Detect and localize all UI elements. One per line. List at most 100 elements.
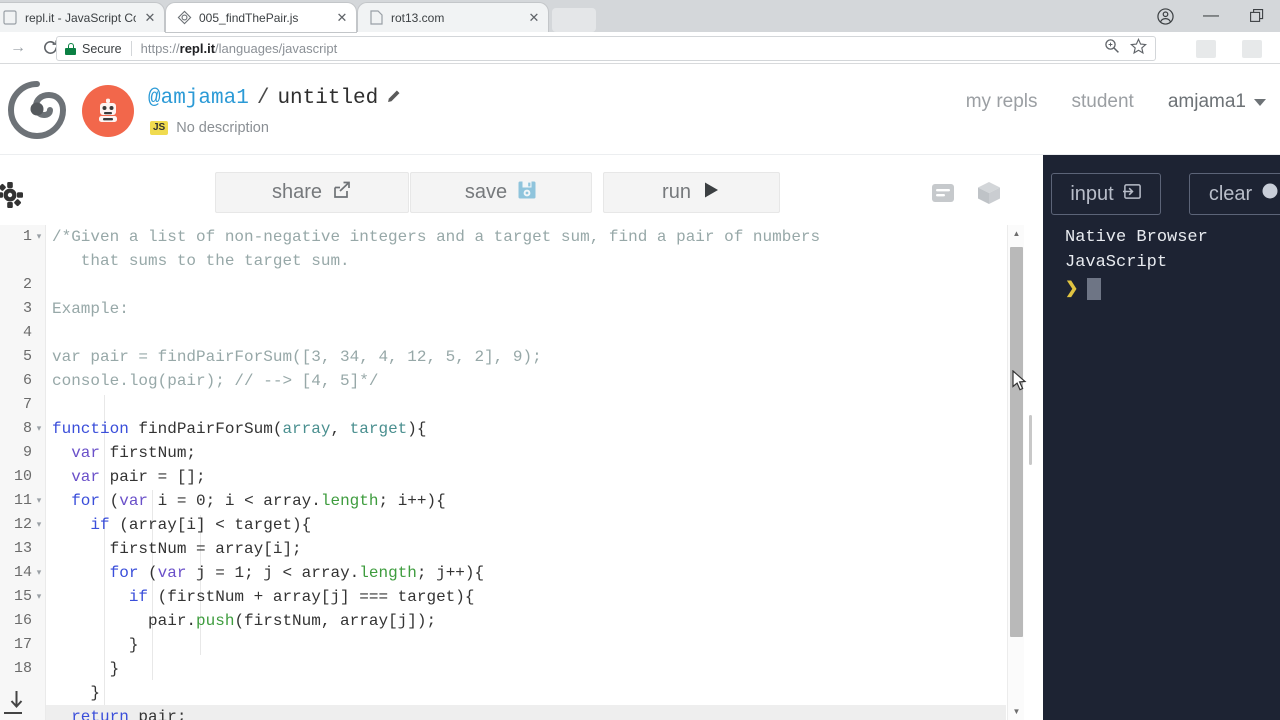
browser-tab-title: rot13.com [391,10,445,25]
replit-header: @amjama1 / untitled JS No description my r… [0,65,1280,155]
extension-icon-1[interactable] [1196,40,1216,58]
minimize-button[interactable]: — [1188,0,1234,32]
close-icon[interactable]: ✕ [334,10,350,26]
line-number[interactable]: 11 ▾ [0,489,46,513]
run-button-label: run [662,181,691,203]
repl-separator: / [256,87,270,110]
code-line-active: return pair; [46,705,1006,720]
account-menu[interactable]: amjama1 [1168,91,1266,113]
fold-arrow-icon[interactable]: ▾ [35,225,43,249]
line-num-text: 9 [22,444,32,461]
line-num-text: 17 [13,636,32,653]
line-number[interactable]: 16 [0,609,46,633]
scrollbar-thumb[interactable] [1010,247,1023,637]
line-num-text: 18 [13,660,32,677]
fold-arrow-icon[interactable]: ▾ [35,489,43,513]
address-bar[interactable]: Secure https://repl.it/languages/javascr… [56,36,1156,61]
console-clear-button[interactable]: clear [1189,173,1280,215]
code-line: that sums to the target sum. [52,252,350,270]
fold-arrow-icon[interactable]: ▾ [35,585,43,609]
console-prompt-row[interactable]: ❯ [1065,278,1280,300]
extension-icon-2[interactable] [1242,40,1262,58]
code-content[interactable]: /*Given a list of non-negative integers … [46,225,1006,720]
prompt-chevron-icon: ❯ [1065,280,1079,298]
line-number[interactable]: 1 ▾ [0,225,46,249]
input-arrow-icon [1122,182,1142,207]
share-button[interactable]: share [215,172,409,213]
chevron-down-icon [1254,98,1266,106]
line-num-text: 14 [13,564,32,581]
line-number[interactable]: 9 [0,441,46,465]
line-number[interactable]: 2 [0,273,46,297]
console-output[interactable]: Native Browser JavaScript ❯ [1043,225,1280,720]
line-number[interactable]: 6 [0,369,46,393]
editor-vertical-scrollbar[interactable]: ▲ ▼ [1007,225,1024,720]
line-number[interactable]: 18 [0,657,46,681]
line-number[interactable]: 15 ▾ [0,585,46,609]
code-line: for (var i = 0; i < array.length; i++){ [71,492,446,510]
repl-name: untitled [277,87,379,110]
save-button[interactable]: save [410,172,592,213]
scroll-end-bar [4,712,22,714]
line-num-text: 4 [22,324,32,341]
save-button-label: save [464,181,508,203]
play-icon [701,180,721,206]
star-icon[interactable] [1129,37,1148,60]
line-num-text: 5 [22,348,32,365]
line-number[interactable]: 10 [0,465,46,489]
code-line: if (array[i] < target){ [90,516,312,534]
url-domain: repl.it [179,41,216,56]
line-num-text: 6 [22,372,32,389]
replit-logo[interactable] [8,81,67,139]
line-number[interactable]: 14 ▾ [0,561,46,585]
line-number[interactable]: 4 [0,321,46,345]
code-line: } [52,660,120,678]
scrollbar-down-arrow-icon[interactable]: ▼ [1008,703,1025,720]
code-line: Example: [52,300,129,318]
scrollbar-up-arrow-icon[interactable]: ▲ [1008,225,1025,242]
forward-arrow-icon[interactable]: → [4,34,32,62]
code-line: var pair = findPairForSum([3, 34, 4, 12,… [52,348,542,366]
code-line: var firstNum; [71,444,197,462]
fold-arrow-icon[interactable]: ▾ [35,513,43,537]
browser-tab-2[interactable]: rot13.com ✕ [358,3,548,32]
repl-description[interactable]: No description [176,120,269,136]
run-button[interactable]: run [603,172,780,213]
console-input-button[interactable]: input [1051,173,1161,215]
repl-owner[interactable]: @amjama1 [148,87,249,110]
url-text: https://repl.it/languages/javascript [141,41,338,56]
line-number[interactable]: 7 [0,393,46,417]
line-num-text: 11 [13,492,32,509]
nav-student[interactable]: student [1072,91,1134,113]
line-number[interactable]: 17 [0,633,46,657]
new-tab-button[interactable] [552,8,596,32]
lock-icon [65,42,76,55]
browser-tab-0[interactable]: repl.it - JavaScript Comp ✕ [0,3,164,32]
console-input-label: input [1070,182,1114,205]
line-number[interactable]: 12 ▾ [0,513,46,537]
close-icon[interactable]: ✕ [142,10,158,26]
line-number[interactable]: 3 [0,297,46,321]
gear-icon[interactable] [0,177,28,213]
user-avatar[interactable] [82,85,134,137]
share-icon [332,180,352,206]
line-number[interactable]: 13 [0,537,46,561]
document-lines-icon[interactable] [930,180,956,206]
panel-resize-handle[interactable] [1029,415,1032,465]
zoom-search-icon[interactable] [1104,38,1120,59]
close-icon[interactable]: ✕ [526,10,542,26]
maximize-restore-button[interactable] [1234,0,1280,32]
code-editor[interactable]: 1 ▾ 2 3 4 5 6 7 8 ▾ 9 10 11 ▾ 12 ▾ 13 14 ▾ 15… [0,225,1043,720]
line-number[interactable]: 5 [0,345,46,369]
code-line: firstNum = array[i]; [52,540,302,558]
line-number[interactable]: 8 ▾ [0,417,46,441]
package-box-icon[interactable] [976,180,1002,206]
profile-icon[interactable] [1142,0,1188,32]
browser-tab-1[interactable]: 005_findThePair.js ✕ [166,3,356,32]
fold-arrow-icon[interactable]: ▾ [35,417,43,441]
fold-arrow-icon[interactable]: ▾ [35,561,43,585]
pencil-icon[interactable] [386,89,401,109]
code-line: if (firstNum + array[j] === target){ [128,588,475,606]
mouse-pointer-icon [1012,369,1028,392]
nav-my-repls[interactable]: my repls [966,91,1038,113]
